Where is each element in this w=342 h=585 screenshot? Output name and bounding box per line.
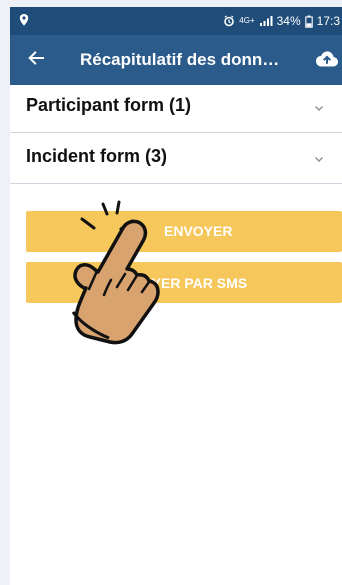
status-indicators: 4G+ 34% 17:3 [223, 14, 340, 28]
battery-icon [304, 15, 313, 28]
status-bar: 4G+ 34% 17:3 [10, 7, 342, 35]
send-sms-button[interactable]: ENVOYER PAR SMS [26, 262, 342, 303]
incident-form-section[interactable]: Incident form (3) [10, 136, 342, 184]
back-button[interactable] [22, 47, 50, 73]
incident-form-title: Incident form (3) [26, 146, 168, 166]
arrow-left-icon [28, 51, 44, 65]
chevron-down-icon [315, 157, 323, 162]
screenshot-page: 4G+ 34% 17:3 Récapitulatif des donn… Par… [0, 0, 342, 585]
chevron-down-icon [315, 106, 323, 111]
participant-form-section[interactable]: Participant form (1) [10, 85, 342, 133]
send-button-label: ENVOYER [164, 223, 233, 239]
clock-time: 17:3 [316, 14, 340, 28]
send-sms-button-label: ENVOYER PAR SMS [112, 275, 248, 291]
alarm-icon [224, 15, 235, 27]
network-label: 4G+ [239, 16, 255, 25]
android-screen: 4G+ 34% 17:3 Récapitulatif des donn… Par… [10, 7, 342, 585]
location-pin-icon [19, 14, 29, 26]
app-bar: Récapitulatif des donn… [10, 35, 342, 85]
page-title: Récapitulatif des donn… [80, 50, 280, 69]
upload-button[interactable] [314, 49, 340, 71]
battery-percentage: 34% [276, 14, 301, 28]
summary-content: Participant form (1) Incident form (3) E… [10, 85, 342, 585]
participant-form-title: Participant form (1) [26, 95, 192, 115]
cloud-upload-icon [316, 51, 338, 67]
signal-icon [259, 16, 273, 26]
send-button[interactable]: ENVOYER [26, 211, 342, 252]
